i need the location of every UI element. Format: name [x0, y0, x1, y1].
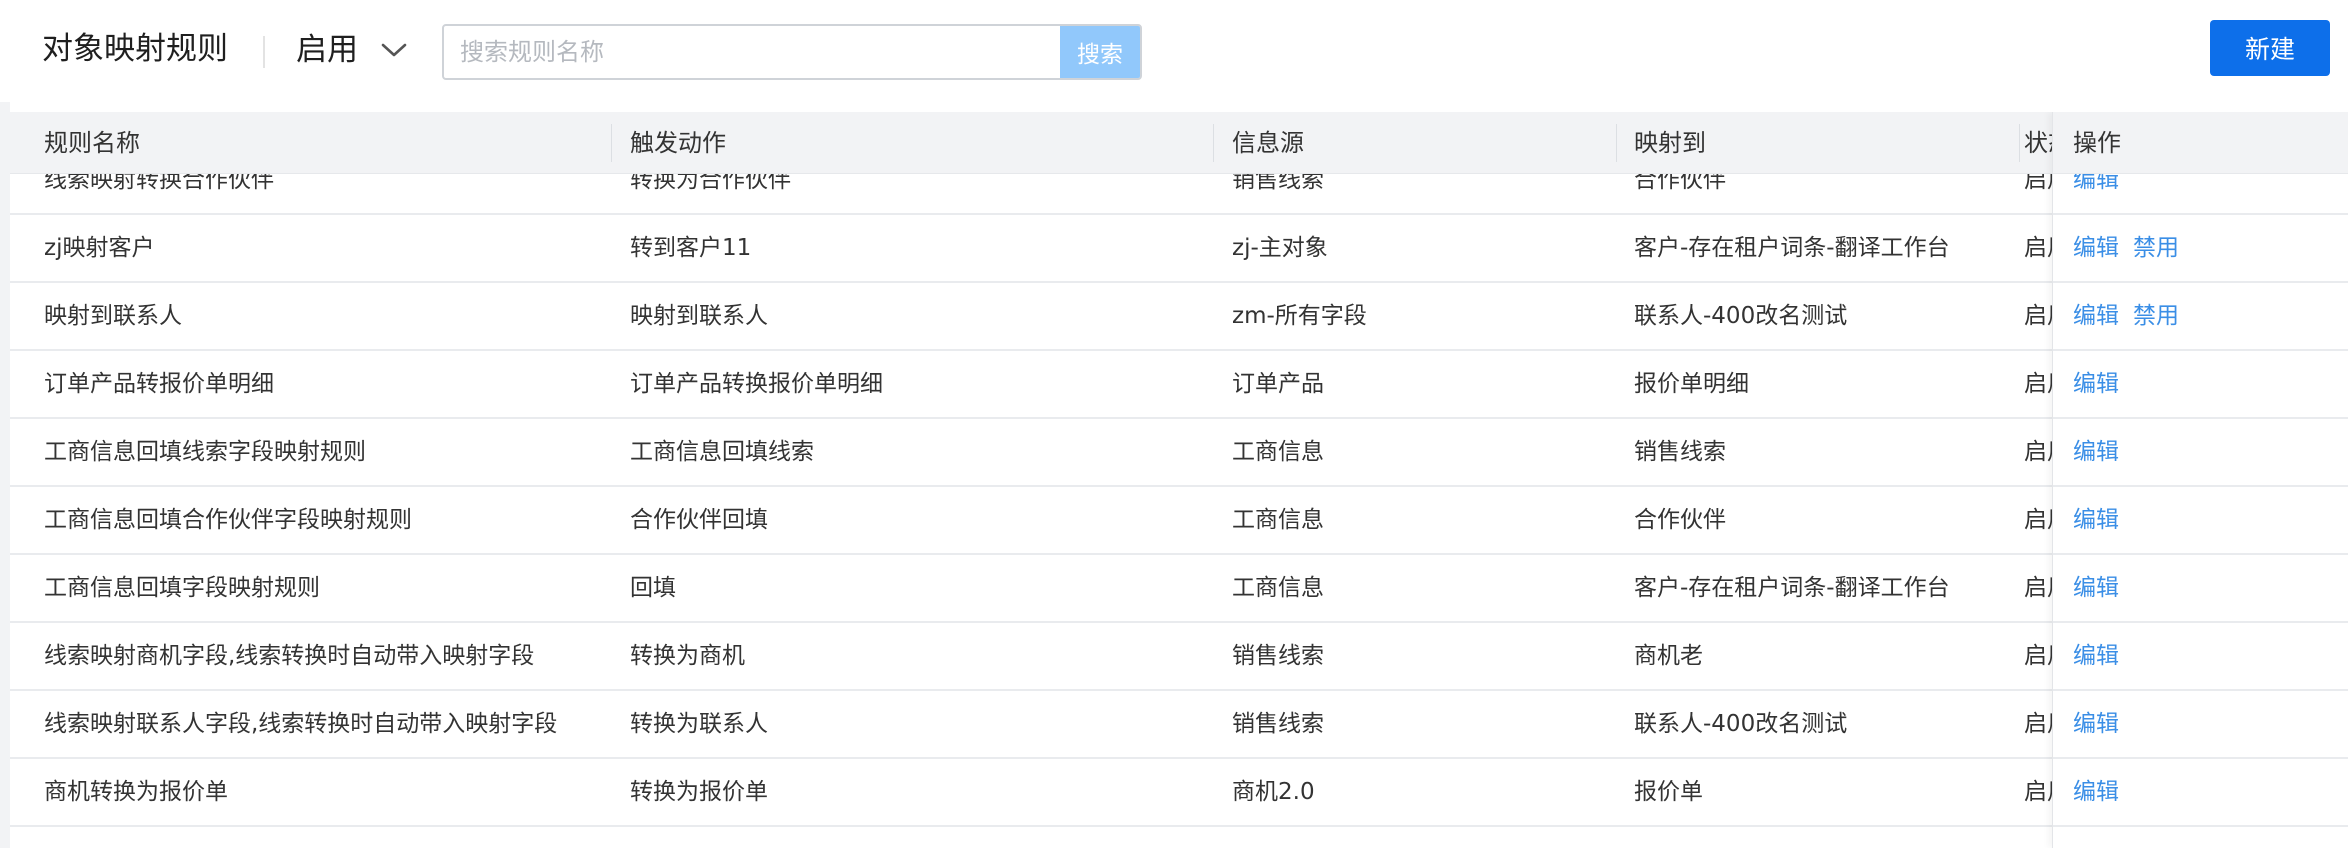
table-row: 线索映射商机字段,线索转换时自动带入映射字段转换为商机销售线索商机老启用 — [10, 623, 2348, 691]
page-title: 对象映射规则 — [42, 31, 228, 67]
search-box: 搜索 — [442, 24, 1142, 80]
status-filter-value: 启用 — [296, 32, 358, 68]
edit-link[interactable]: 编辑 — [2073, 351, 2119, 417]
edit-link[interactable]: 编辑 — [2073, 215, 2119, 281]
cell-trigger-action: 转换为报价单 — [630, 779, 768, 805]
column-header-source: 信息源 — [1232, 129, 1304, 157]
object-mapping-rules-page: 对象映射规则 启用 搜索 新建 规则名称 触发动作 信息源 映射到 状态 线索映… — [0, 0, 2348, 848]
cell-trigger-action: 映射到联系人 — [630, 303, 768, 329]
cell-source: 商机2.0 — [1232, 779, 1315, 805]
cell-target: 销售线索 — [1634, 439, 1726, 465]
table-row: 线索映射联系人字段,线索转换时自动带入映射字段 转换为联系人 销售线索 联系人-400… — [10, 691, 2348, 759]
operations-row: 编辑 — [2053, 691, 2348, 759]
cell-trigger-action: 合作伙伴回填 — [630, 507, 768, 533]
disable-link[interactable]: 禁用 — [2133, 283, 2179, 349]
cell-rule-name: 线索映射商机字段,线索转换时自动带入映射字段 — [44, 643, 535, 669]
cell-target: 报价单明细 — [1634, 371, 1749, 397]
operations-row: 编辑 — [2053, 623, 2348, 691]
top-toolbar: 对象映射规则 启用 搜索 新建 — [0, 0, 2348, 112]
cell-target: 合作伙伴 — [1634, 507, 1726, 533]
cell-source: 销售线索 — [1232, 711, 1324, 737]
operations-row: 编辑 禁用 — [2053, 283, 2348, 351]
table-body: 线索映射转换合作伙伴转换为合作伙伴销售线索合作伙伴启用zj映射客户转到客户11z… — [10, 174, 2348, 848]
cell-rule-name: zj映射客户 — [44, 235, 155, 261]
edit-link[interactable]: 编辑 — [2073, 555, 2119, 621]
cell-target: 商机老 — [1634, 643, 1703, 669]
cell-source: 销售线索 — [1232, 174, 1324, 193]
cell-source: 工商信息 — [1232, 439, 1324, 465]
status-filter-dropdown[interactable]: 启用 — [296, 26, 408, 74]
table-row: 商机转换为报价单转换为报价单商机2.0报价单启用 — [10, 759, 2348, 827]
table-row: 订单产品转报价单明细订单产品转换报价单明细订单产品报价单明细启用 — [10, 351, 2348, 419]
cell-trigger-action: 订单产品转换报价单明细 — [630, 371, 883, 397]
left-edge-strip — [0, 102, 10, 848]
cell-rule-name: 线索映射转换合作伙伴 — [44, 174, 274, 193]
cell-source: zj-主对象 — [1232, 235, 1328, 261]
column-header-ops: 操作 — [2053, 112, 2348, 174]
edit-link[interactable]: 编辑 — [2073, 283, 2119, 349]
cell-target: 报价单 — [1634, 779, 1703, 805]
title-divider — [263, 36, 265, 68]
cell-rule-name: 工商信息回填合作伙伴字段映射规则 — [44, 507, 412, 533]
chevron-down-icon — [381, 43, 407, 57]
cell-rule-name: 商机转换为报价单 — [44, 779, 228, 805]
cell-target: 客户-存在租户词条-翻译工作台 — [1634, 235, 1950, 261]
operations-list: 编辑 编辑 禁用 编辑 禁用 编辑 编辑 编辑 编辑 编辑 编辑 编辑 — [2053, 174, 2348, 848]
edit-link[interactable]: 编辑 — [2073, 419, 2119, 485]
edit-link[interactable]: 编辑 — [2073, 487, 2119, 553]
edit-link[interactable]: 编辑 — [2073, 174, 2119, 213]
table-row: zj映射客户转到客户11zj-主对象客户-存在租户词条-翻译工作台启用 — [10, 215, 2348, 283]
cell-target: 联系人-400改名测试 — [1634, 303, 1848, 329]
cell-trigger-action: 转换为商机 — [630, 643, 745, 669]
table-row: 工商信息回填合作伙伴字段映射规则合作伙伴回填工商信息合作伙伴启用 — [10, 487, 2348, 555]
cell-trigger-action: 工商信息回填线索 — [630, 439, 814, 465]
column-header-name: 规则名称 — [44, 129, 140, 157]
cell-target: 联系人-400改名测试 — [1634, 711, 1848, 737]
cell-trigger-action: 转换为合作伙伴 — [630, 174, 791, 193]
cell-rule-name: 映射到联系人 — [44, 303, 182, 329]
cell-source: zm-所有字段 — [1232, 303, 1367, 329]
table-row: 映射到联系人映射到联系人zm-所有字段联系人-400改名测试启用 — [10, 283, 2348, 351]
cell-source: 销售线索 — [1232, 643, 1324, 669]
column-header-trigger: 触发动作 — [630, 129, 726, 157]
rules-table: 规则名称 触发动作 信息源 映射到 状态 线索映射转换合作伙伴转换为合作伙伴销售… — [10, 112, 2348, 848]
operations-row: 编辑 — [2053, 759, 2348, 827]
search-input[interactable] — [444, 26, 1060, 78]
search-button[interactable]: 搜索 — [1060, 26, 1140, 78]
cell-rule-name: 线索映射联系人字段,线索转换时自动带入映射字段 — [44, 711, 558, 737]
operations-column: 操作 编辑 编辑 禁用 编辑 禁用 编辑 编辑 编辑 编辑 编辑 编辑 编辑 — [2052, 112, 2348, 848]
cell-target: 合作伙伴 — [1634, 174, 1726, 193]
table-header: 规则名称 触发动作 信息源 映射到 状态 — [10, 112, 2348, 174]
new-rule-button[interactable]: 新建 — [2210, 20, 2330, 76]
column-header-target: 映射到 — [1634, 129, 1706, 157]
operations-row: 编辑 — [2053, 174, 2348, 215]
cell-rule-name: 工商信息回填线索字段映射规则 — [44, 439, 366, 465]
operations-row: 编辑 — [2053, 419, 2348, 487]
column-separator — [2019, 124, 2020, 162]
cell-rule-name: 工商信息回填字段映射规则 — [44, 575, 320, 601]
operations-row: 编辑 禁用 — [2053, 215, 2348, 283]
cell-target: 客户-存在租户词条-翻译工作台 — [1634, 575, 1950, 601]
cell-trigger-action: 回填 — [630, 575, 676, 601]
table-row: 工商信息回填线索字段映射规则工商信息回填线索工商信息销售线索启用 — [10, 419, 2348, 487]
operations-row: 编辑 — [2053, 351, 2348, 419]
cell-rule-name: 订单产品转报价单明细 — [44, 371, 274, 397]
cell-source: 工商信息 — [1232, 575, 1324, 601]
disable-link[interactable]: 禁用 — [2133, 215, 2179, 281]
operations-row: 编辑 — [2053, 487, 2348, 555]
cell-trigger-action: 转到客户11 — [630, 235, 752, 261]
edit-link[interactable]: 编辑 — [2073, 623, 2119, 689]
cell-source: 工商信息 — [1232, 507, 1324, 533]
cell-trigger-action: 转换为联系人 — [630, 711, 768, 737]
table-row: 线索映射转换合作伙伴转换为合作伙伴销售线索合作伙伴启用 — [10, 174, 2348, 215]
edit-link[interactable]: 编辑 — [2073, 691, 2119, 757]
operations-row: 编辑 — [2053, 555, 2348, 623]
cell-source: 订单产品 — [1232, 371, 1324, 397]
edit-link[interactable]: 编辑 — [2073, 759, 2119, 825]
table-row: 工商信息回填字段映射规则回填工商信息客户-存在租户词条-翻译工作台启用 — [10, 555, 2348, 623]
column-header-status: 状态 — [2024, 129, 2052, 157]
